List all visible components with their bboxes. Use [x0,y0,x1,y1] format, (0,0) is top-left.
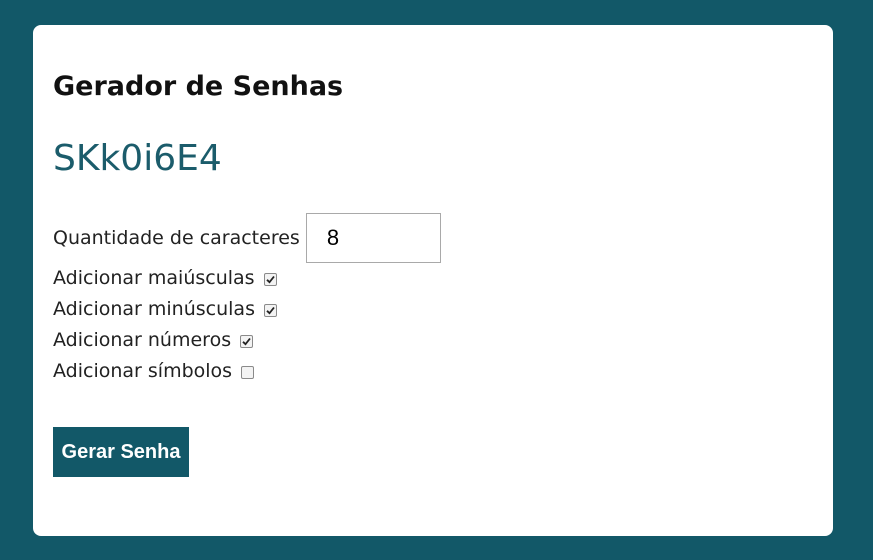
length-row: Quantidade de caracteres [53,213,441,263]
uppercase-checkbox[interactable] [263,272,277,286]
uppercase-option: Adicionar maiúsculas [53,263,277,293]
numbers-option: Adicionar números [53,325,254,355]
uppercase-label: Adicionar maiúsculas [53,267,255,289]
generated-password: SKk0i6E4 [53,138,222,179]
checkmark-icon [266,306,275,315]
generate-password-button[interactable]: Gerar Senha [53,427,189,477]
lowercase-checkbox[interactable] [263,303,277,317]
symbols-label: Adicionar símbolos [53,360,233,382]
length-input[interactable] [305,213,441,263]
checkmark-icon [242,337,251,346]
lowercase-option: Adicionar minúsculas [53,294,277,324]
numbers-checkbox[interactable] [240,334,254,348]
lowercase-label: Adicionar minúsculas [53,298,255,320]
page-title: Gerador de Senhas [53,71,344,102]
password-generator-card: Gerador de Senhas SKk0i6E4 Quantidade de… [33,25,833,536]
numbers-label: Adicionar números [53,329,232,351]
symbols-option: Adicionar símbolos [53,356,255,386]
checkmark-icon [265,275,275,284]
length-label: Quantidade de caracteres [53,227,300,249]
symbols-checkbox[interactable] [241,365,255,379]
